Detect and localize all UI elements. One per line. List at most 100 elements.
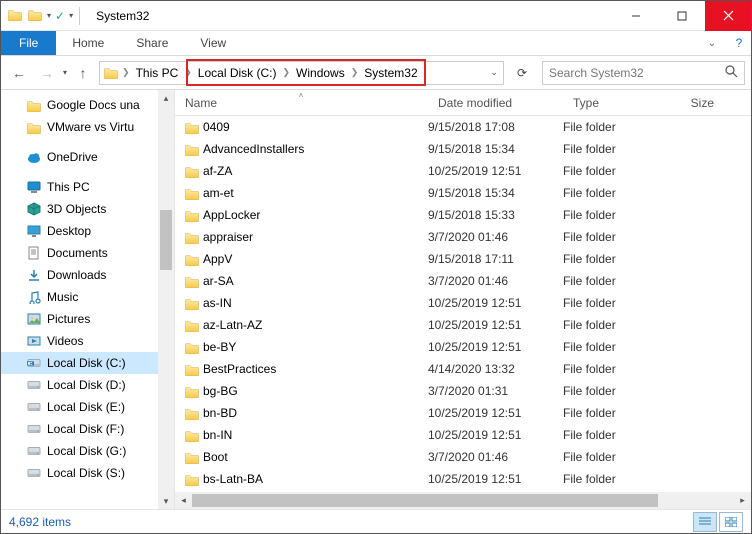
crumb-sep[interactable]: ❯ (280, 67, 292, 78)
file-date: 10/25/2019 12:51 (428, 164, 563, 178)
refresh-button[interactable]: ⟳ (510, 61, 534, 85)
close-button[interactable] (705, 1, 751, 31)
up-button[interactable]: ↑ (71, 65, 95, 81)
table-row[interactable]: bg-BG3/7/2020 01:31File folder (175, 380, 751, 402)
3d-icon (25, 202, 43, 216)
qat-check-icon[interactable]: ✓ (55, 9, 65, 23)
tree-drive-g[interactable]: Local Disk (G:) (1, 440, 174, 462)
file-type: File folder (563, 384, 675, 398)
file-name: AppV (201, 252, 428, 266)
scroll-thumb[interactable] (192, 494, 658, 507)
qat-folder-icon[interactable] (27, 8, 43, 24)
tree-scrollbar[interactable]: ▴ ▾ (158, 90, 174, 509)
scroll-left-icon[interactable]: ◂ (175, 492, 192, 509)
qat-dropdown[interactable]: ▾ (47, 11, 51, 20)
table-row[interactable]: AppLocker9/15/2018 15:33File folder (175, 204, 751, 226)
table-row[interactable]: bn-IN10/25/2019 12:51File folder (175, 424, 751, 446)
tree-quick-item[interactable]: Google Docs una (1, 94, 174, 116)
tree-drive-e[interactable]: Local Disk (E:) (1, 396, 174, 418)
tree-music[interactable]: Music (1, 286, 174, 308)
table-row[interactable]: be-BY10/25/2019 12:51File folder (175, 336, 751, 358)
tree-label: VMware vs Virtu (47, 120, 134, 134)
drive-icon (25, 445, 43, 457)
col-type[interactable]: Type (563, 90, 675, 115)
crumb-thispc[interactable]: This PC (132, 62, 183, 84)
crumb-c[interactable]: Local Disk (C:) (194, 62, 281, 84)
scroll-thumb[interactable] (160, 210, 172, 270)
folder-icon (175, 165, 201, 178)
table-row[interactable]: 04099/15/2018 17:08File folder (175, 116, 751, 138)
table-row[interactable]: bn-BD10/25/2019 12:51File folder (175, 402, 751, 424)
view-details-button[interactable] (693, 512, 717, 532)
table-row[interactable]: appraiser3/7/2020 01:46File folder (175, 226, 751, 248)
table-row[interactable]: bs-Latn-BA10/25/2019 12:51File folder (175, 468, 751, 490)
back-button[interactable]: ← (7, 61, 31, 85)
tab-share[interactable]: Share (120, 31, 184, 55)
tree-desktop[interactable]: Desktop (1, 220, 174, 242)
file-type: File folder (563, 472, 675, 486)
search-input[interactable]: Search System32 (542, 61, 745, 85)
crumb-sep[interactable]: ❯ (349, 67, 361, 78)
table-row[interactable]: ar-SA3/7/2020 01:46File folder (175, 270, 751, 292)
forward-button[interactable]: → (35, 61, 59, 85)
tab-view[interactable]: View (184, 31, 242, 55)
ribbon-tabs: File Home Share View ⌄ ? (1, 31, 751, 56)
table-row[interactable]: AdvancedInstallers9/15/2018 15:34File fo… (175, 138, 751, 160)
table-row[interactable]: az-Latn-AZ10/25/2019 12:51File folder (175, 314, 751, 336)
scroll-down-icon[interactable]: ▾ (158, 493, 174, 509)
maximize-button[interactable] (659, 1, 705, 31)
tree-label: 3D Objects (47, 202, 106, 216)
table-row[interactable]: Boot3/7/2020 01:46File folder (175, 446, 751, 468)
file-name: be-BY (201, 340, 428, 354)
col-name[interactable]: Name˄ (175, 90, 428, 115)
tree-drive-s[interactable]: Local Disk (S:) (1, 462, 174, 484)
file-name: bs-Latn-BA (201, 472, 428, 486)
tab-home[interactable]: Home (56, 31, 120, 55)
tree-3dobjects[interactable]: 3D Objects (1, 198, 174, 220)
address-dropdown[interactable]: ⌄ (485, 67, 503, 78)
minimize-button[interactable] (613, 1, 659, 31)
tree-drive-d[interactable]: Local Disk (D:) (1, 374, 174, 396)
tree-pictures[interactable]: Pictures (1, 308, 174, 330)
col-size[interactable]: Size (675, 90, 723, 115)
expand-ribbon-button[interactable]: ⌄ (697, 31, 727, 55)
crumb-sep[interactable]: ❯ (182, 67, 194, 78)
help-button[interactable]: ? (727, 31, 751, 55)
tree-thispc[interactable]: This PC (1, 176, 174, 198)
scroll-right-icon[interactable]: ▸ (734, 492, 751, 509)
folder-icon (175, 407, 201, 420)
file-date: 3/7/2020 01:46 (428, 274, 563, 288)
table-row[interactable]: AppV9/15/2018 17:11File folder (175, 248, 751, 270)
tree-documents[interactable]: Documents (1, 242, 174, 264)
tree-quick-item[interactable]: VMware vs Virtu (1, 116, 174, 138)
file-name: appraiser (201, 230, 428, 244)
crumb-system32[interactable]: System32 (360, 62, 421, 84)
table-row[interactable]: af-ZA10/25/2019 12:51File folder (175, 160, 751, 182)
cloud-icon (25, 150, 43, 164)
tree-videos[interactable]: Videos (1, 330, 174, 352)
tree-downloads[interactable]: Downloads (1, 264, 174, 286)
file-name: Boot (201, 450, 428, 464)
videos-icon (25, 334, 43, 348)
file-type: File folder (563, 186, 675, 200)
qat-dropdown-2[interactable]: ▾ (69, 11, 73, 20)
tree-onedrive[interactable]: OneDrive (1, 146, 174, 168)
col-date[interactable]: Date modified (428, 90, 563, 115)
documents-icon (25, 246, 43, 260)
horizontal-scrollbar[interactable]: ◂ ▸ (175, 492, 751, 509)
tree-drive-c[interactable]: Local Disk (C:) (1, 352, 174, 374)
tree-label: Pictures (47, 312, 90, 326)
view-icons-button[interactable] (719, 512, 743, 532)
crumb-sep[interactable]: ❯ (120, 67, 132, 78)
history-dropdown[interactable]: ▾ (63, 68, 67, 77)
file-date: 9/15/2018 15:33 (428, 208, 563, 222)
tree-label: This PC (47, 180, 90, 194)
crumb-windows[interactable]: Windows (292, 62, 349, 84)
address-bar[interactable]: ❯ This PC ❯ Local Disk (C:) ❯ Windows ❯ … (99, 61, 504, 85)
table-row[interactable]: BestPractices4/14/2020 13:32File folder (175, 358, 751, 380)
table-row[interactable]: am-et9/15/2018 15:34File folder (175, 182, 751, 204)
tree-drive-f[interactable]: Local Disk (F:) (1, 418, 174, 440)
file-tab[interactable]: File (1, 31, 56, 55)
scroll-up-icon[interactable]: ▴ (158, 90, 174, 106)
table-row[interactable]: as-IN10/25/2019 12:51File folder (175, 292, 751, 314)
